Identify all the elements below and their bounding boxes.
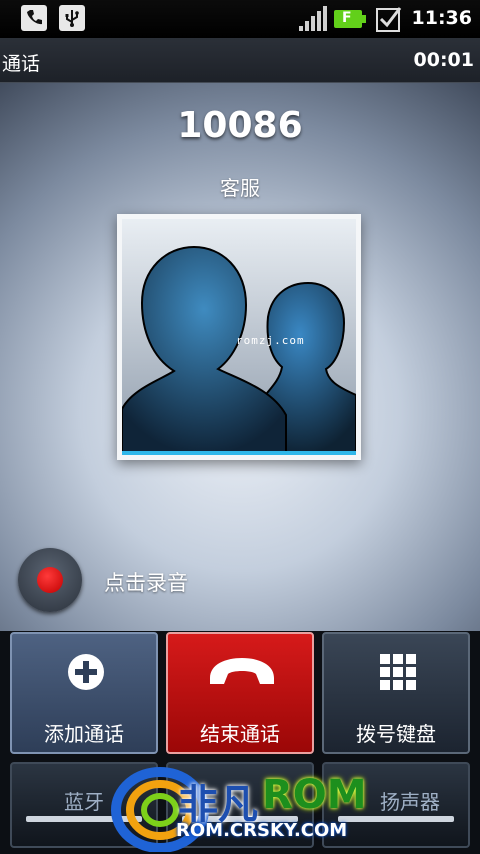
battery-label: F [342,10,352,26]
caller-label: 客服 [220,176,260,200]
logo-url: ROM.CRSKY.COM [176,820,348,841]
title-bar: 通话 00:01 [0,38,480,83]
signal-icon [299,6,327,31]
logo-brand-en: ROM [262,772,367,818]
end-call-button[interactable]: 结束通话 [166,632,314,754]
call-timer: 00:01 [413,49,474,71]
contact-photo: romzj.com [117,214,361,460]
end-call-label: 结束通话 [200,722,280,746]
add-call-button[interactable]: 添加通话 [10,632,158,754]
usb-icon [59,5,85,31]
status-bar: F 11:36 [0,0,480,38]
page-title: 通话 [2,53,41,75]
phone-icon [21,5,47,31]
record-button[interactable] [18,548,82,612]
battery-icon: F [334,10,368,28]
status-time: 11:36 [411,7,472,29]
add-call-label: 添加通话 [44,722,124,746]
hangup-phone-icon [210,658,274,684]
dialpad-button[interactable]: 拨号键盘 [322,632,470,754]
record-icon [37,567,63,593]
record-label[interactable]: 点击录音 [104,567,188,597]
checkbox-icon [376,7,402,32]
caller-number: 10086 [177,105,303,146]
dialpad-icon [380,654,416,690]
dialpad-label: 拨号键盘 [356,722,436,746]
photo-watermark: romzj.com [236,334,305,347]
plus-circle-icon [68,654,104,690]
